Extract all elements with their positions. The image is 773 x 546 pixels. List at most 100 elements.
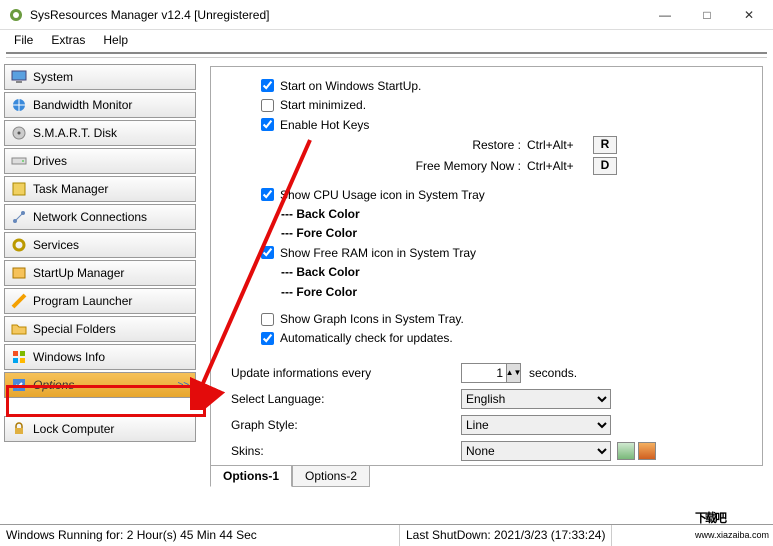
app-icon: [8, 7, 24, 23]
sidebar-item-label: Options: [33, 378, 74, 392]
minimize-button[interactable]: —: [653, 8, 677, 22]
checkbox-graph-tray[interactable]: [261, 313, 274, 326]
separator: [6, 52, 767, 58]
lock-icon: [11, 421, 27, 437]
select-skins[interactable]: None: [461, 441, 611, 461]
label-language: Select Language:: [231, 392, 461, 406]
sidebar-item-launcher[interactable]: Program Launcher: [4, 288, 196, 314]
close-button[interactable]: ✕: [737, 8, 761, 22]
titlebar: SysResources Manager v12.4 [Unregistered…: [0, 0, 773, 30]
sidebar-item-bandwidth[interactable]: Bandwidth Monitor: [4, 92, 196, 118]
sidebar: System Bandwidth Monitor S.M.A.R.T. Disk…: [0, 60, 200, 510]
globe-icon: [11, 97, 27, 113]
label-seconds: seconds.: [529, 366, 577, 380]
hk-restore-combo: Ctrl+Alt+: [527, 138, 587, 152]
sidebar-item-services[interactable]: Services: [4, 232, 196, 258]
sidebar-item-options[interactable]: Options >>: [4, 372, 196, 398]
sidebar-item-network[interactable]: Network Connections: [4, 204, 196, 230]
checkbox-hotkeys[interactable]: [261, 118, 274, 131]
label-cpu-tray: Show CPU Usage icon in System Tray: [280, 188, 485, 202]
label-hotkeys: Enable Hot Keys: [280, 118, 369, 132]
options-panel: Start on Windows StartUp. Start minimize…: [210, 66, 763, 466]
sidebar-item-smart[interactable]: S.M.A.R.T. Disk: [4, 120, 196, 146]
launcher-icon: [11, 293, 27, 309]
menubar: File Extras Help: [0, 30, 773, 50]
sidebar-item-taskmgr[interactable]: Task Manager: [4, 176, 196, 202]
gear-icon: [11, 237, 27, 253]
label-ram-backcolor[interactable]: --- Back Color: [281, 264, 752, 281]
sidebar-item-label: Windows Info: [33, 350, 105, 364]
watermark-text: 下载吧: [695, 511, 725, 525]
sidebar-item-label: StartUp Manager: [33, 266, 124, 280]
sidebar-item-label: Task Manager: [33, 182, 108, 196]
menu-help[interactable]: Help: [97, 31, 134, 49]
label-update-every: Update informations every: [231, 366, 461, 380]
sidebar-item-system[interactable]: System: [4, 64, 196, 90]
sidebar-item-label: S.M.A.R.T. Disk: [33, 126, 117, 140]
tab-options-2[interactable]: Options-2: [292, 465, 370, 487]
tab-options-1[interactable]: Options-1: [210, 465, 292, 487]
checkbox-ram-tray[interactable]: [261, 246, 274, 259]
chevron-right-icon: >>: [177, 380, 189, 391]
disk-icon: [11, 125, 27, 141]
drive-icon: [11, 153, 27, 169]
sidebar-item-folders[interactable]: Special Folders: [4, 316, 196, 342]
label-auto-update: Automatically check for updates.: [280, 331, 453, 345]
label-graph-tray: Show Graph Icons in System Tray.: [280, 312, 464, 326]
hk-freemem-key[interactable]: D: [593, 157, 617, 175]
windows-icon: [11, 349, 27, 365]
skin-browse-icon[interactable]: [638, 442, 656, 460]
tabs: Options-1 Options-2: [210, 465, 763, 487]
folder-icon: [11, 321, 27, 337]
sidebar-item-label: Drives: [33, 154, 67, 168]
select-graph-style[interactable]: Line: [461, 415, 611, 435]
main-panel: Start on Windows StartUp. Start minimize…: [200, 60, 773, 510]
checkbox-auto-update[interactable]: [261, 332, 274, 345]
sidebar-item-label: Services: [33, 238, 79, 252]
hk-freemem-combo: Ctrl+Alt+: [527, 159, 587, 173]
sidebar-item-drives[interactable]: Drives: [4, 148, 196, 174]
label-hk-restore: Restore :: [381, 138, 521, 152]
label-ram-tray: Show Free RAM icon in System Tray: [280, 246, 476, 260]
network-icon: [11, 209, 27, 225]
watermark: 下载吧 www.xiazaiba.com: [695, 496, 769, 540]
startup-icon: [11, 265, 27, 281]
sidebar-item-label: Bandwidth Monitor: [33, 98, 132, 112]
sidebar-item-lock[interactable]: Lock Computer: [4, 416, 196, 442]
checkbox-minimized[interactable]: [261, 99, 274, 112]
menu-extras[interactable]: Extras: [45, 31, 91, 49]
update-interval-value[interactable]: [462, 364, 506, 382]
hk-restore-key[interactable]: R: [593, 136, 617, 154]
label-cpu-forecolor[interactable]: --- Fore Color: [281, 225, 752, 242]
monitor-icon: [11, 69, 27, 85]
update-interval-spinner[interactable]: ▲▼: [461, 363, 521, 383]
task-icon: [11, 181, 27, 197]
sidebar-item-label: Lock Computer: [33, 422, 114, 436]
label-ram-forecolor[interactable]: --- Fore Color: [281, 283, 752, 300]
status-running: Windows Running for: 2 Hour(s) 45 Min 44…: [0, 525, 400, 546]
sidebar-item-wininfo[interactable]: Windows Info: [4, 344, 196, 370]
checkbox-cpu-tray[interactable]: [261, 188, 274, 201]
menu-file[interactable]: File: [8, 31, 39, 49]
label-hk-freemem: Free Memory Now :: [381, 159, 521, 173]
label-minimized: Start minimized.: [280, 98, 366, 112]
spinner-arrows-icon[interactable]: ▲▼: [506, 364, 520, 382]
status-bar: Windows Running for: 2 Hour(s) 45 Min 44…: [0, 524, 773, 546]
checkbox-startup[interactable]: [261, 79, 274, 92]
status-shutdown: Last ShutDown: 2021/3/23 (17:33:24): [400, 525, 612, 546]
sidebar-item-label: System: [33, 70, 73, 84]
label-skins: Skins:: [231, 444, 461, 458]
label-graph-style: Graph Style:: [231, 418, 461, 432]
sidebar-item-label: Network Connections: [33, 210, 147, 224]
select-language[interactable]: English: [461, 389, 611, 409]
options-icon: [11, 377, 27, 393]
sidebar-item-label: Special Folders: [33, 322, 116, 336]
label-startup: Start on Windows StartUp.: [280, 79, 421, 93]
label-cpu-backcolor[interactable]: --- Back Color: [281, 205, 752, 222]
maximize-button[interactable]: □: [695, 8, 719, 22]
skin-refresh-icon[interactable]: [617, 442, 635, 460]
watermark-url: www.xiazaiba.com: [695, 530, 769, 540]
window-title: SysResources Manager v12.4 [Unregistered…: [30, 8, 653, 22]
sidebar-item-startup[interactable]: StartUp Manager: [4, 260, 196, 286]
sidebar-item-label: Program Launcher: [33, 294, 132, 308]
